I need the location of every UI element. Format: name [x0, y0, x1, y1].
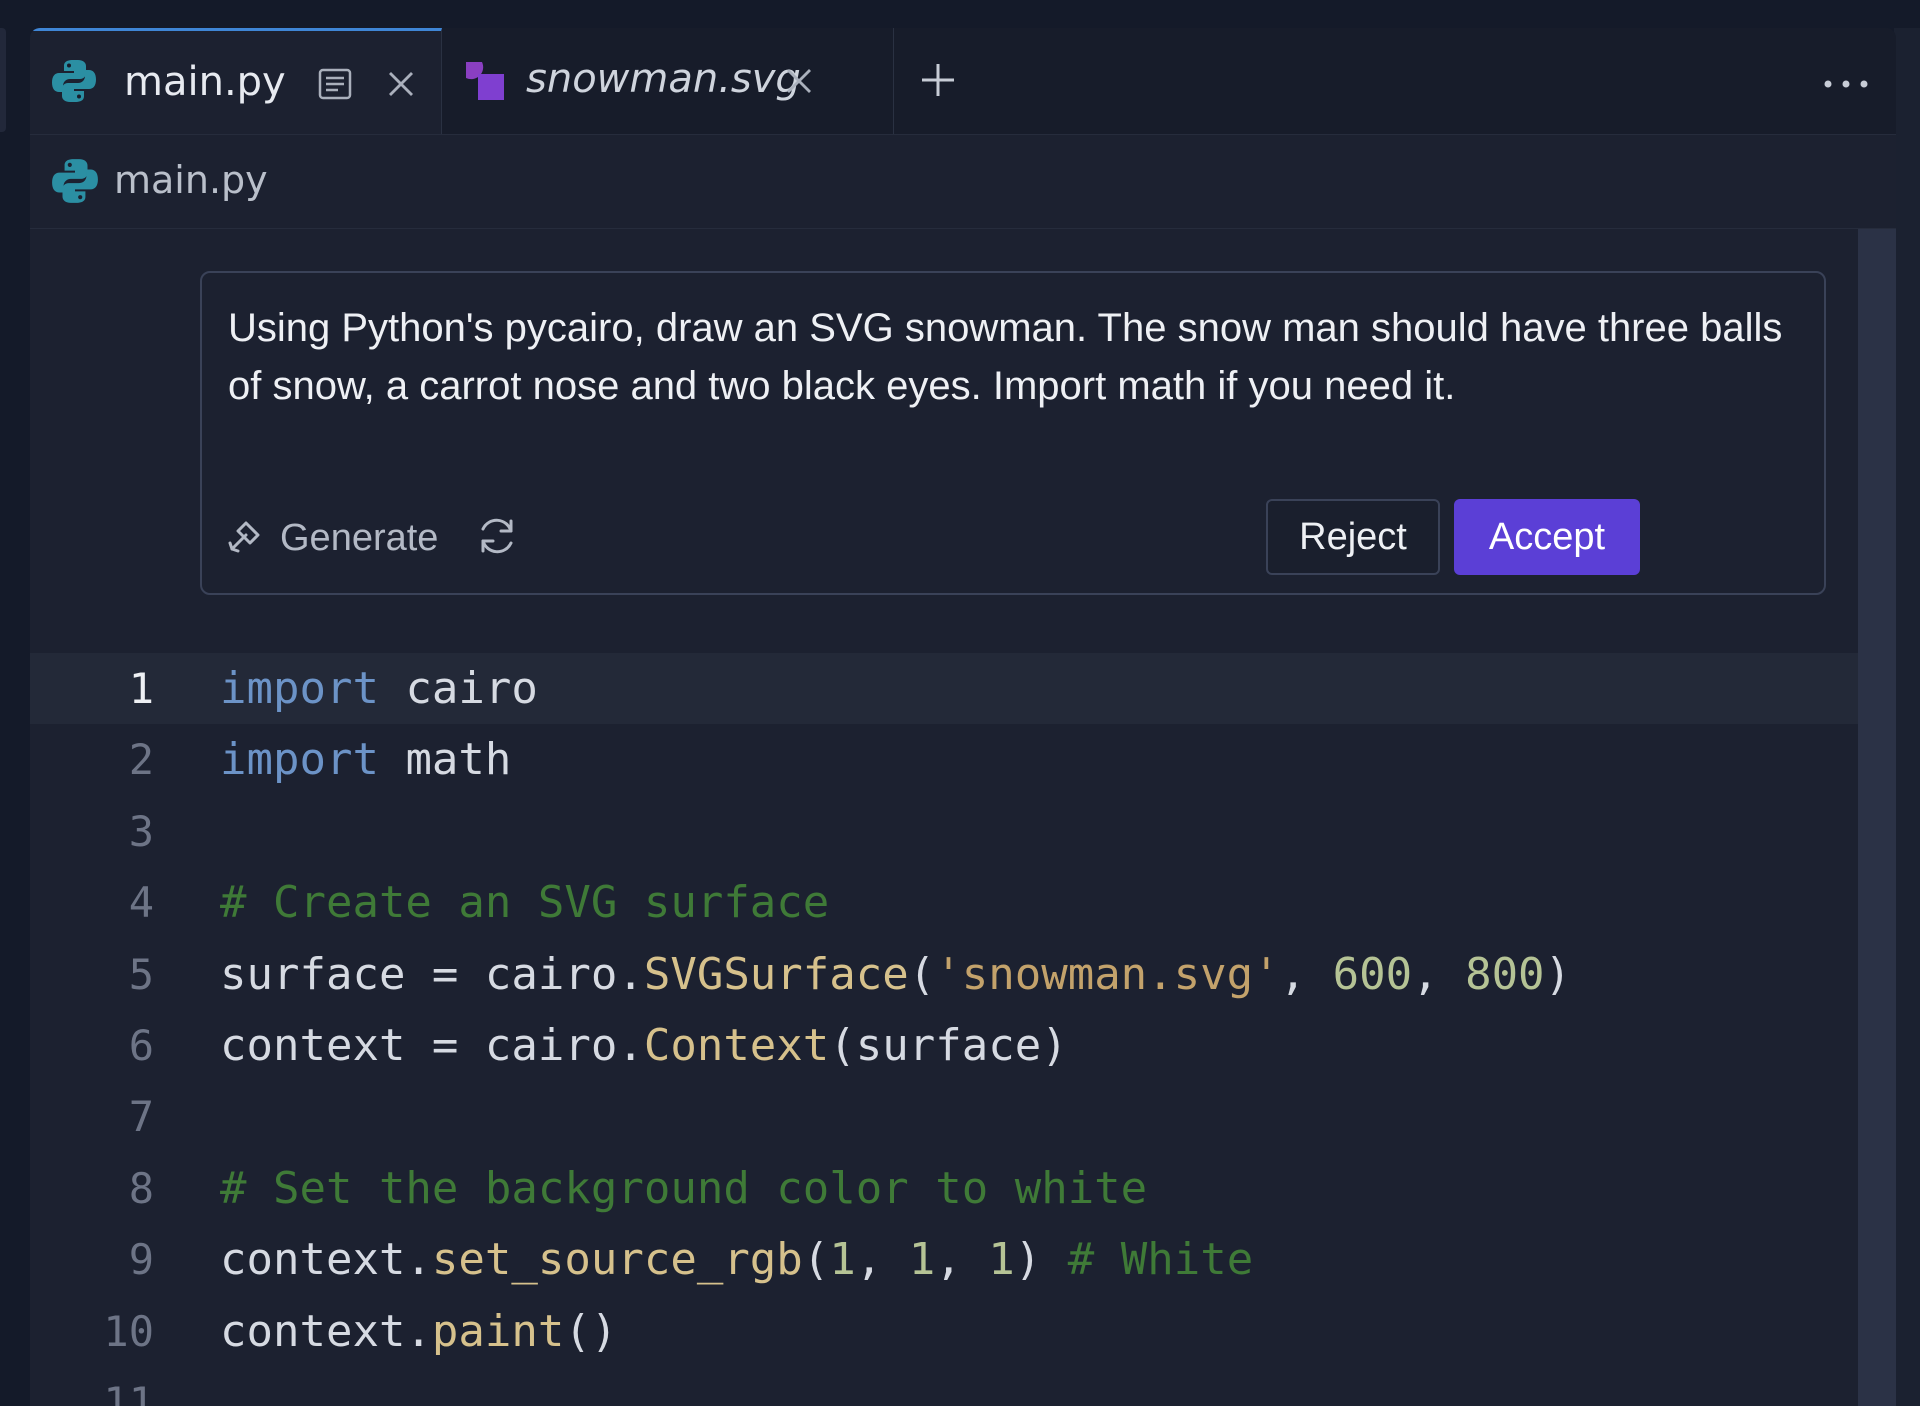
code-token: (: [909, 949, 936, 1000]
close-tab-icon[interactable]: [782, 64, 816, 98]
reject-button[interactable]: Reject: [1266, 499, 1440, 575]
more-options-icon[interactable]: [1818, 64, 1874, 104]
code-token: ): [1015, 1234, 1068, 1285]
line-number: 8: [30, 1153, 154, 1224]
magic-wand-icon: [224, 515, 266, 557]
line-number: 6: [30, 1010, 154, 1081]
new-tab-plus-icon[interactable]: [910, 52, 966, 108]
code-token: context.: [220, 1234, 432, 1285]
code-text[interactable]: # Set the background color to white: [220, 1153, 1147, 1224]
reader-mode-icon[interactable]: [316, 65, 354, 103]
code-line[interactable]: 10 context.paint(): [30, 1296, 1858, 1367]
breadcrumb-file-label[interactable]: main.py: [114, 158, 268, 202]
line-number: 9: [30, 1224, 154, 1295]
code-text[interactable]: import math: [220, 724, 511, 795]
ai-prompt-panel: Using Python's pycairo, draw an SVG snow…: [200, 271, 1826, 595]
code-token: 1: [988, 1234, 1015, 1285]
tab-label: main.py: [124, 59, 286, 105]
line-number: 1: [30, 653, 154, 724]
code-line[interactable]: 2 import math: [30, 724, 1858, 795]
tab-bar: main.py snowman.svg: [30, 28, 1896, 135]
code-token: import: [220, 734, 379, 785]
code-token: 1: [909, 1234, 936, 1285]
code-token: ): [1545, 949, 1572, 1000]
tab-snowman-svg[interactable]: snowman.svg: [442, 28, 894, 134]
code-lines[interactable]: 1 import cairo 2 import math 34 # Create an S…: [30, 653, 1858, 1406]
regenerate-icon[interactable]: [474, 513, 520, 559]
code-text[interactable]: context.set_source_rgb(1, 1, 1) # White: [220, 1224, 1253, 1295]
code-line[interactable]: 11: [30, 1367, 1858, 1406]
line-number: 5: [30, 939, 154, 1010]
code-token: context.: [220, 1306, 432, 1357]
code-token: 600: [1333, 949, 1412, 1000]
code-token: (surface): [829, 1020, 1067, 1071]
code-text[interactable]: # Create an SVG surface: [220, 867, 829, 938]
code-token: import: [220, 663, 379, 714]
line-number: 3: [30, 796, 154, 867]
code-line[interactable]: 1 import cairo: [30, 653, 1858, 724]
code-text[interactable]: context.paint(): [220, 1296, 617, 1367]
accept-button[interactable]: Accept: [1454, 499, 1640, 575]
code-token: paint: [432, 1306, 564, 1357]
generate-button[interactable]: Generate: [280, 517, 438, 560]
code-line[interactable]: 9 context.set_source_rgb(1, 1, 1) # White: [30, 1224, 1858, 1295]
code-token: 'snowman.svg': [935, 949, 1279, 1000]
close-tab-icon[interactable]: [384, 67, 418, 101]
code-line[interactable]: 7: [30, 1081, 1858, 1152]
prompt-text[interactable]: Using Python's pycairo, draw an SVG snow…: [228, 299, 1798, 415]
editor-window: main.py snowman.svg: [30, 28, 1896, 1406]
code-token: ,: [1280, 949, 1333, 1000]
line-number: 4: [30, 867, 154, 938]
python-icon: [50, 57, 98, 105]
code-line[interactable]: 8 # Set the background color to white: [30, 1153, 1858, 1224]
code-token: (: [803, 1234, 830, 1285]
line-number: 2: [30, 724, 154, 795]
code-token: set_source_rgb: [432, 1234, 803, 1285]
adjacent-panel-edge: [1894, 28, 1920, 1406]
code-token: cairo: [379, 663, 538, 714]
code-token: ,: [856, 1234, 909, 1285]
code-line[interactable]: 3: [30, 796, 1858, 867]
code-token: surface = cairo.: [220, 949, 644, 1000]
code-text[interactable]: import cairo: [220, 653, 538, 724]
vertical-scrollbar[interactable]: [1858, 229, 1896, 1406]
code-token: Context: [644, 1020, 829, 1071]
code-line[interactable]: 6 context = cairo.Context(surface): [30, 1010, 1858, 1081]
code-token: 1: [829, 1234, 856, 1285]
code-token: ,: [1412, 949, 1465, 1000]
code-token: SVGSurface: [644, 949, 909, 1000]
code-token: # Set the background color to white: [220, 1163, 1147, 1214]
code-token: (): [564, 1306, 617, 1357]
python-icon: [50, 156, 100, 206]
code-text[interactable]: context = cairo.Context(surface): [220, 1010, 1068, 1081]
code-text[interactable]: surface = cairo.SVGSurface('snowman.svg'…: [220, 939, 1571, 1010]
code-token: # Create an SVG surface: [220, 877, 829, 928]
line-number: 11: [30, 1367, 154, 1406]
code-token: 800: [1465, 949, 1544, 1000]
side-panel-edge: [0, 28, 6, 132]
code-line[interactable]: 5 surface = cairo.SVGSurface('snowman.svg…: [30, 939, 1858, 1010]
line-number: 10: [30, 1296, 154, 1367]
svg-file-icon: [462, 58, 510, 106]
code-token: # White: [1068, 1234, 1253, 1285]
tab-label: snowman.svg: [526, 56, 801, 102]
code-token: math: [379, 734, 511, 785]
tab-main-py[interactable]: main.py: [30, 28, 442, 134]
code-token: ,: [935, 1234, 988, 1285]
code-editor[interactable]: Using Python's pycairo, draw an SVG snow…: [30, 229, 1858, 1406]
code-line[interactable]: 4 # Create an SVG surface: [30, 867, 1858, 938]
line-number: 7: [30, 1081, 154, 1152]
breadcrumb: main.py: [30, 134, 1896, 229]
code-token: context = cairo.: [220, 1020, 644, 1071]
